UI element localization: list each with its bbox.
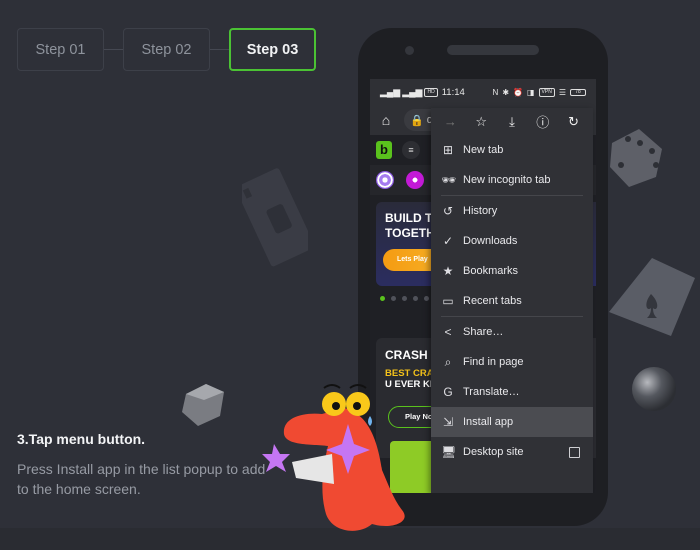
translate-icon: G — [443, 385, 453, 399]
menu-item-share[interactable]: < Share… — [431, 317, 593, 347]
menu-item-label: Downloads — [463, 235, 518, 247]
menu-item-label: History — [463, 205, 498, 217]
history-icon: ↺ — [442, 204, 454, 218]
menu-item-recent-tabs[interactable]: ▭ Recent tabs — [431, 286, 593, 316]
menu-item-label: Install app — [463, 416, 514, 428]
step-connector — [104, 49, 123, 50]
menu-item-label: Share… — [463, 326, 504, 338]
hd-icon: HD — [424, 87, 438, 97]
wifi-icon: ☰ — [558, 87, 566, 97]
vibrate-icon: ◨ — [526, 87, 535, 97]
lock-icon: 🔒 — [410, 114, 424, 127]
desktop-site-checkbox[interactable] — [569, 446, 580, 458]
home-icon[interactable]: ⌂ — [378, 112, 394, 128]
menu-item-label: Recent tabs — [463, 295, 522, 307]
site-menu-icon[interactable]: ≡ — [402, 141, 420, 159]
target-icon[interactable] — [376, 171, 394, 189]
forward-icon[interactable]: → — [441, 114, 459, 129]
menu-item-label: New tab — [463, 144, 504, 156]
carousel-dot[interactable] — [413, 296, 418, 301]
site-logo[interactable]: b — [376, 141, 392, 159]
bluetooth-icon: ✱ — [502, 87, 510, 97]
menu-item-desktop-site[interactable]: 🖥 Desktop site — [431, 437, 593, 467]
menu-item-downloads[interactable]: ✓ Downloads — [431, 226, 593, 256]
menu-item-label: New incognito tab — [463, 174, 551, 186]
menu-item-new-incognito-tab[interactable]: 🕶 New incognito tab — [431, 165, 593, 195]
menu-item-find-in-page[interactable]: ⌕ Find in page — [431, 347, 593, 377]
recent-tabs-icon: ▭ — [442, 294, 454, 308]
menu-item-label: Bookmarks — [463, 265, 519, 277]
desktop-site-icon: 🖥 — [441, 445, 457, 459]
instruction-title: 3.Tap menu button. — [17, 431, 146, 447]
signal-icon: ▂▄▆ — [402, 86, 423, 97]
status-time: 11:14 — [441, 86, 465, 98]
carousel-dot[interactable] — [391, 296, 396, 301]
ace-of-spades-card-decoration — [609, 258, 695, 336]
star-icon[interactable]: ☆ — [472, 114, 490, 130]
new-tab-icon: ⊞ — [442, 143, 454, 157]
download-icon[interactable]: ⤓ — [503, 114, 521, 130]
step-02-button[interactable]: Step 02 — [123, 28, 210, 71]
menu-item-label: Desktop site — [463, 446, 524, 458]
downloads-icon: ✓ — [442, 234, 454, 248]
find-in-page-icon: ⌕ — [444, 354, 452, 369]
signal-icon: ▂▄▆ — [380, 86, 401, 97]
menu-item-new-tab[interactable]: ⊞ New tab — [431, 135, 593, 165]
menu-item-label: Translate… — [463, 386, 520, 398]
phone-speaker — [447, 45, 539, 55]
menu-toolbar: → ☆ ⤓ ⓘ ↻ — [431, 108, 593, 135]
bookmarks-icon: ★ — [442, 264, 454, 278]
step-connector — [210, 49, 229, 50]
diamond-gem-decoration — [182, 384, 224, 426]
menu-item-bookmarks[interactable]: ★ Bookmarks — [431, 256, 593, 286]
incognito-icon: 🕶 — [441, 173, 457, 187]
ball-decoration — [632, 367, 676, 411]
menu-item-label: Find in page — [463, 356, 524, 368]
red-dinosaur-mascot — [262, 384, 405, 531]
step-01-button[interactable]: Step 01 — [17, 28, 104, 71]
info-icon[interactable]: ⓘ — [534, 112, 552, 131]
playing-card-king-decoration — [242, 168, 308, 267]
dice-decoration — [610, 129, 662, 187]
status-bar: ▂▄▆ ▂▄▆ HD 11:14 N ✱ ⏰ ◨ VPN ☰ 78 — [370, 79, 596, 105]
menu-item-translate[interactable]: G Translate… — [431, 377, 593, 407]
step-03-button[interactable]: Step 03 — [229, 28, 316, 71]
battery-icon: 78 — [570, 88, 586, 96]
phone-camera — [405, 46, 414, 55]
browser-overflow-menu: → ☆ ⤓ ⓘ ↻ ⊞ New tab 🕶 New incognito tab … — [431, 108, 593, 493]
share-icon: < — [444, 325, 452, 339]
carousel-dots — [380, 296, 429, 301]
roulette-icon[interactable] — [406, 171, 424, 189]
install-app-icon: ⇲ — [442, 415, 454, 429]
menu-item-history[interactable]: ↺ History — [431, 196, 593, 226]
carousel-dot[interactable] — [402, 296, 407, 301]
nfc-icon: N — [492, 87, 499, 97]
menu-item-install-app[interactable]: ⇲ Install app — [431, 407, 593, 437]
steps-progress: Step 01 Step 02 Step 03 — [17, 28, 316, 71]
refresh-icon[interactable]: ↻ — [565, 114, 583, 130]
vpn-icon: VPN — [538, 87, 555, 97]
carousel-dot[interactable] — [424, 296, 429, 301]
alarm-icon: ⏰ — [513, 87, 523, 97]
instruction-description: Press Install app in the list popup to a… — [17, 461, 266, 497]
carousel-dot[interactable] — [380, 296, 385, 301]
